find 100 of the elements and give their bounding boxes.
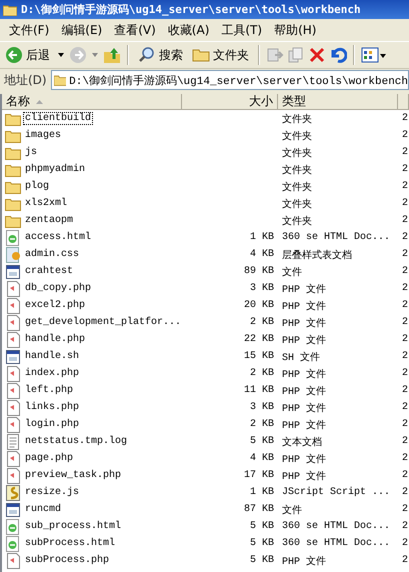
file-type: 文件 <box>281 266 303 278</box>
folder-icon <box>5 196 21 210</box>
file-type: 层叠样式表文档 <box>281 248 353 262</box>
file-type: PHP 文件 <box>281 384 328 398</box>
delete-icon[interactable] <box>308 46 326 64</box>
file-type: 360 se HTML Doc... <box>281 538 392 549</box>
menu-item[interactable]: 工具(T) <box>221 22 262 38</box>
file-name[interactable]: runcmd <box>23 503 64 516</box>
file-name[interactable]: index.php <box>23 367 82 380</box>
file-name[interactable]: left.php <box>23 384 76 397</box>
file-date: 2 <box>401 470 409 481</box>
file-date: 2 <box>401 198 409 209</box>
file-date: 2 <box>401 181 409 192</box>
file-size: 5 KB <box>248 521 275 532</box>
menu-item[interactable]: 查看(V) <box>114 22 156 38</box>
file-name[interactable]: admin.css <box>23 248 82 261</box>
html-file-icon <box>5 230 21 246</box>
file-type: PHP 文件 <box>281 418 328 432</box>
file-name[interactable]: page.php <box>23 452 76 465</box>
php-file-icon <box>5 416 21 432</box>
file-size: 22 KB <box>242 334 275 345</box>
file-name[interactable]: links.php <box>23 401 82 414</box>
file-size: 20 KB <box>242 300 275 311</box>
file-type: PHP 文件 <box>281 368 328 380</box>
file-date: 2 <box>401 385 409 396</box>
file-size: 4 KB <box>248 249 275 260</box>
file-name[interactable]: images <box>23 129 64 142</box>
file-name[interactable]: excel2.php <box>23 299 88 312</box>
column-header[interactable]: 名称 <box>2 94 182 110</box>
php-file-icon <box>5 552 21 568</box>
file-date: 2 <box>401 266 409 277</box>
menu-item[interactable]: 帮助(H) <box>274 22 316 38</box>
file-name[interactable]: plog <box>23 180 52 193</box>
file-type: PHP 文件 <box>281 554 328 568</box>
address-text: D:\御剑问情手游源码\ug14_server\server\tools\workbench <box>69 74 408 88</box>
forward-icon[interactable] <box>69 46 87 64</box>
file-date: 2 <box>401 232 409 243</box>
column-header[interactable]: 类型 <box>278 94 398 110</box>
undo-icon[interactable] <box>329 46 347 64</box>
move-to-icon[interactable] <box>266 46 284 64</box>
file-type: PHP 文件 <box>281 452 328 466</box>
file-name[interactable]: js <box>23 146 40 159</box>
file-name[interactable]: phpmyadmin <box>23 163 88 176</box>
file-size: 11 KB <box>242 385 275 396</box>
menu-item[interactable]: 文件(F) <box>9 22 50 38</box>
file-name[interactable]: handle.php <box>23 333 88 346</box>
file-name[interactable]: preview_task.php <box>23 469 124 482</box>
file-name[interactable]: login.php <box>23 418 82 431</box>
file-name[interactable]: get_development_platfor... <box>23 316 184 329</box>
address-field[interactable]: D:\御剑问情手游源码\ug14_server\server\tools\workbench <box>50 70 409 90</box>
file-name[interactable]: clientbuild <box>23 112 94 125</box>
script-file-icon <box>5 484 21 500</box>
file-type: PHP 文件 <box>281 470 328 482</box>
file-name[interactable]: netstatus.tmp.log <box>23 435 130 448</box>
file-name[interactable]: sub_process.html <box>23 520 124 533</box>
file-date: 2 <box>401 249 409 260</box>
file-type: 文件夹 <box>281 112 313 126</box>
file-name[interactable]: access.html <box>23 231 94 244</box>
file-date: 2 <box>401 164 409 175</box>
file-name[interactable]: resize.js <box>23 486 82 499</box>
menu-item[interactable]: 收藏(A) <box>168 22 210 38</box>
column-header[interactable] <box>398 94 409 110</box>
file-name[interactable]: handle.sh <box>23 350 82 363</box>
php-file-icon <box>5 298 21 314</box>
address-label: 地址(D) <box>4 72 47 88</box>
search-button[interactable]: 搜索 <box>135 46 186 64</box>
folders-button[interactable]: 文件夹 <box>189 46 252 64</box>
file-size: 5 KB <box>248 538 275 549</box>
file-type: 文件夹 <box>281 130 313 142</box>
file-date: 2 <box>401 130 409 141</box>
file-type: 360 se HTML Doc... <box>281 232 392 243</box>
up-folder-icon[interactable] <box>103 46 121 64</box>
views-icon[interactable] <box>361 46 387 64</box>
file-name[interactable]: subProcess.php <box>23 554 112 567</box>
dropdown-arrow-icon[interactable] <box>58 53 64 57</box>
file-name[interactable]: crahtest <box>23 265 76 278</box>
file-date: 2 <box>401 402 409 413</box>
back-button[interactable]: 后退 <box>2 46 53 64</box>
css-file-icon <box>5 246 21 262</box>
folder-icon <box>5 162 21 176</box>
file-type: PHP 文件 <box>281 300 328 312</box>
window-file-icon <box>5 502 21 518</box>
php-file-icon <box>5 314 21 330</box>
file-name[interactable]: xls2xml <box>23 197 70 210</box>
html-file-icon <box>5 536 21 552</box>
file-date: 2 <box>401 300 409 311</box>
copy-to-icon[interactable] <box>287 46 305 64</box>
file-name[interactable]: zentaopm <box>23 214 76 227</box>
php-file-icon <box>5 400 21 416</box>
folder-icon <box>5 180 21 194</box>
menu-item[interactable]: 编辑(E) <box>61 22 102 38</box>
column-header[interactable]: 大小 <box>182 94 278 110</box>
file-type: PHP 文件 <box>281 402 328 414</box>
file-date: 2 <box>401 521 409 532</box>
file-type: 文件夹 <box>281 164 313 176</box>
file-type: 360 se HTML Doc... <box>281 521 392 532</box>
window-file-icon <box>5 264 21 280</box>
file-name[interactable]: subProcess.html <box>23 537 118 550</box>
file-name[interactable]: db_copy.php <box>23 282 94 295</box>
file-type: 文件 <box>281 504 303 516</box>
